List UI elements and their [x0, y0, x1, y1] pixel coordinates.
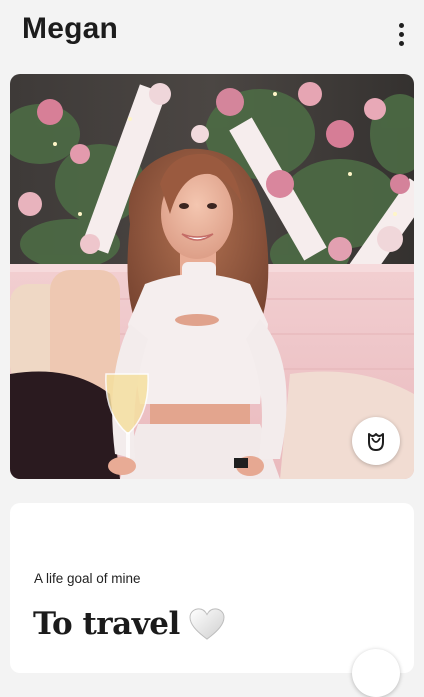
like-button[interactable]: [352, 649, 400, 697]
prompt-answer-text: To travel: [33, 606, 180, 642]
prompt-answer: To travel: [33, 606, 226, 642]
prompt-card: A life goal of mine To travel: [10, 503, 414, 697]
profile-name: Megan: [22, 12, 119, 45]
more-options-button[interactable]: [390, 18, 412, 50]
rose-icon: [368, 433, 384, 451]
prompt-question: A life goal of mine: [34, 571, 141, 586]
profile-photo-image: [10, 74, 414, 479]
profile-header: Megan: [0, 0, 424, 62]
send-rose-button[interactable]: [352, 417, 400, 465]
more-vertical-icon: [398, 22, 404, 28]
white-heart-icon: [189, 608, 225, 640]
profile-photo[interactable]: [10, 74, 414, 479]
